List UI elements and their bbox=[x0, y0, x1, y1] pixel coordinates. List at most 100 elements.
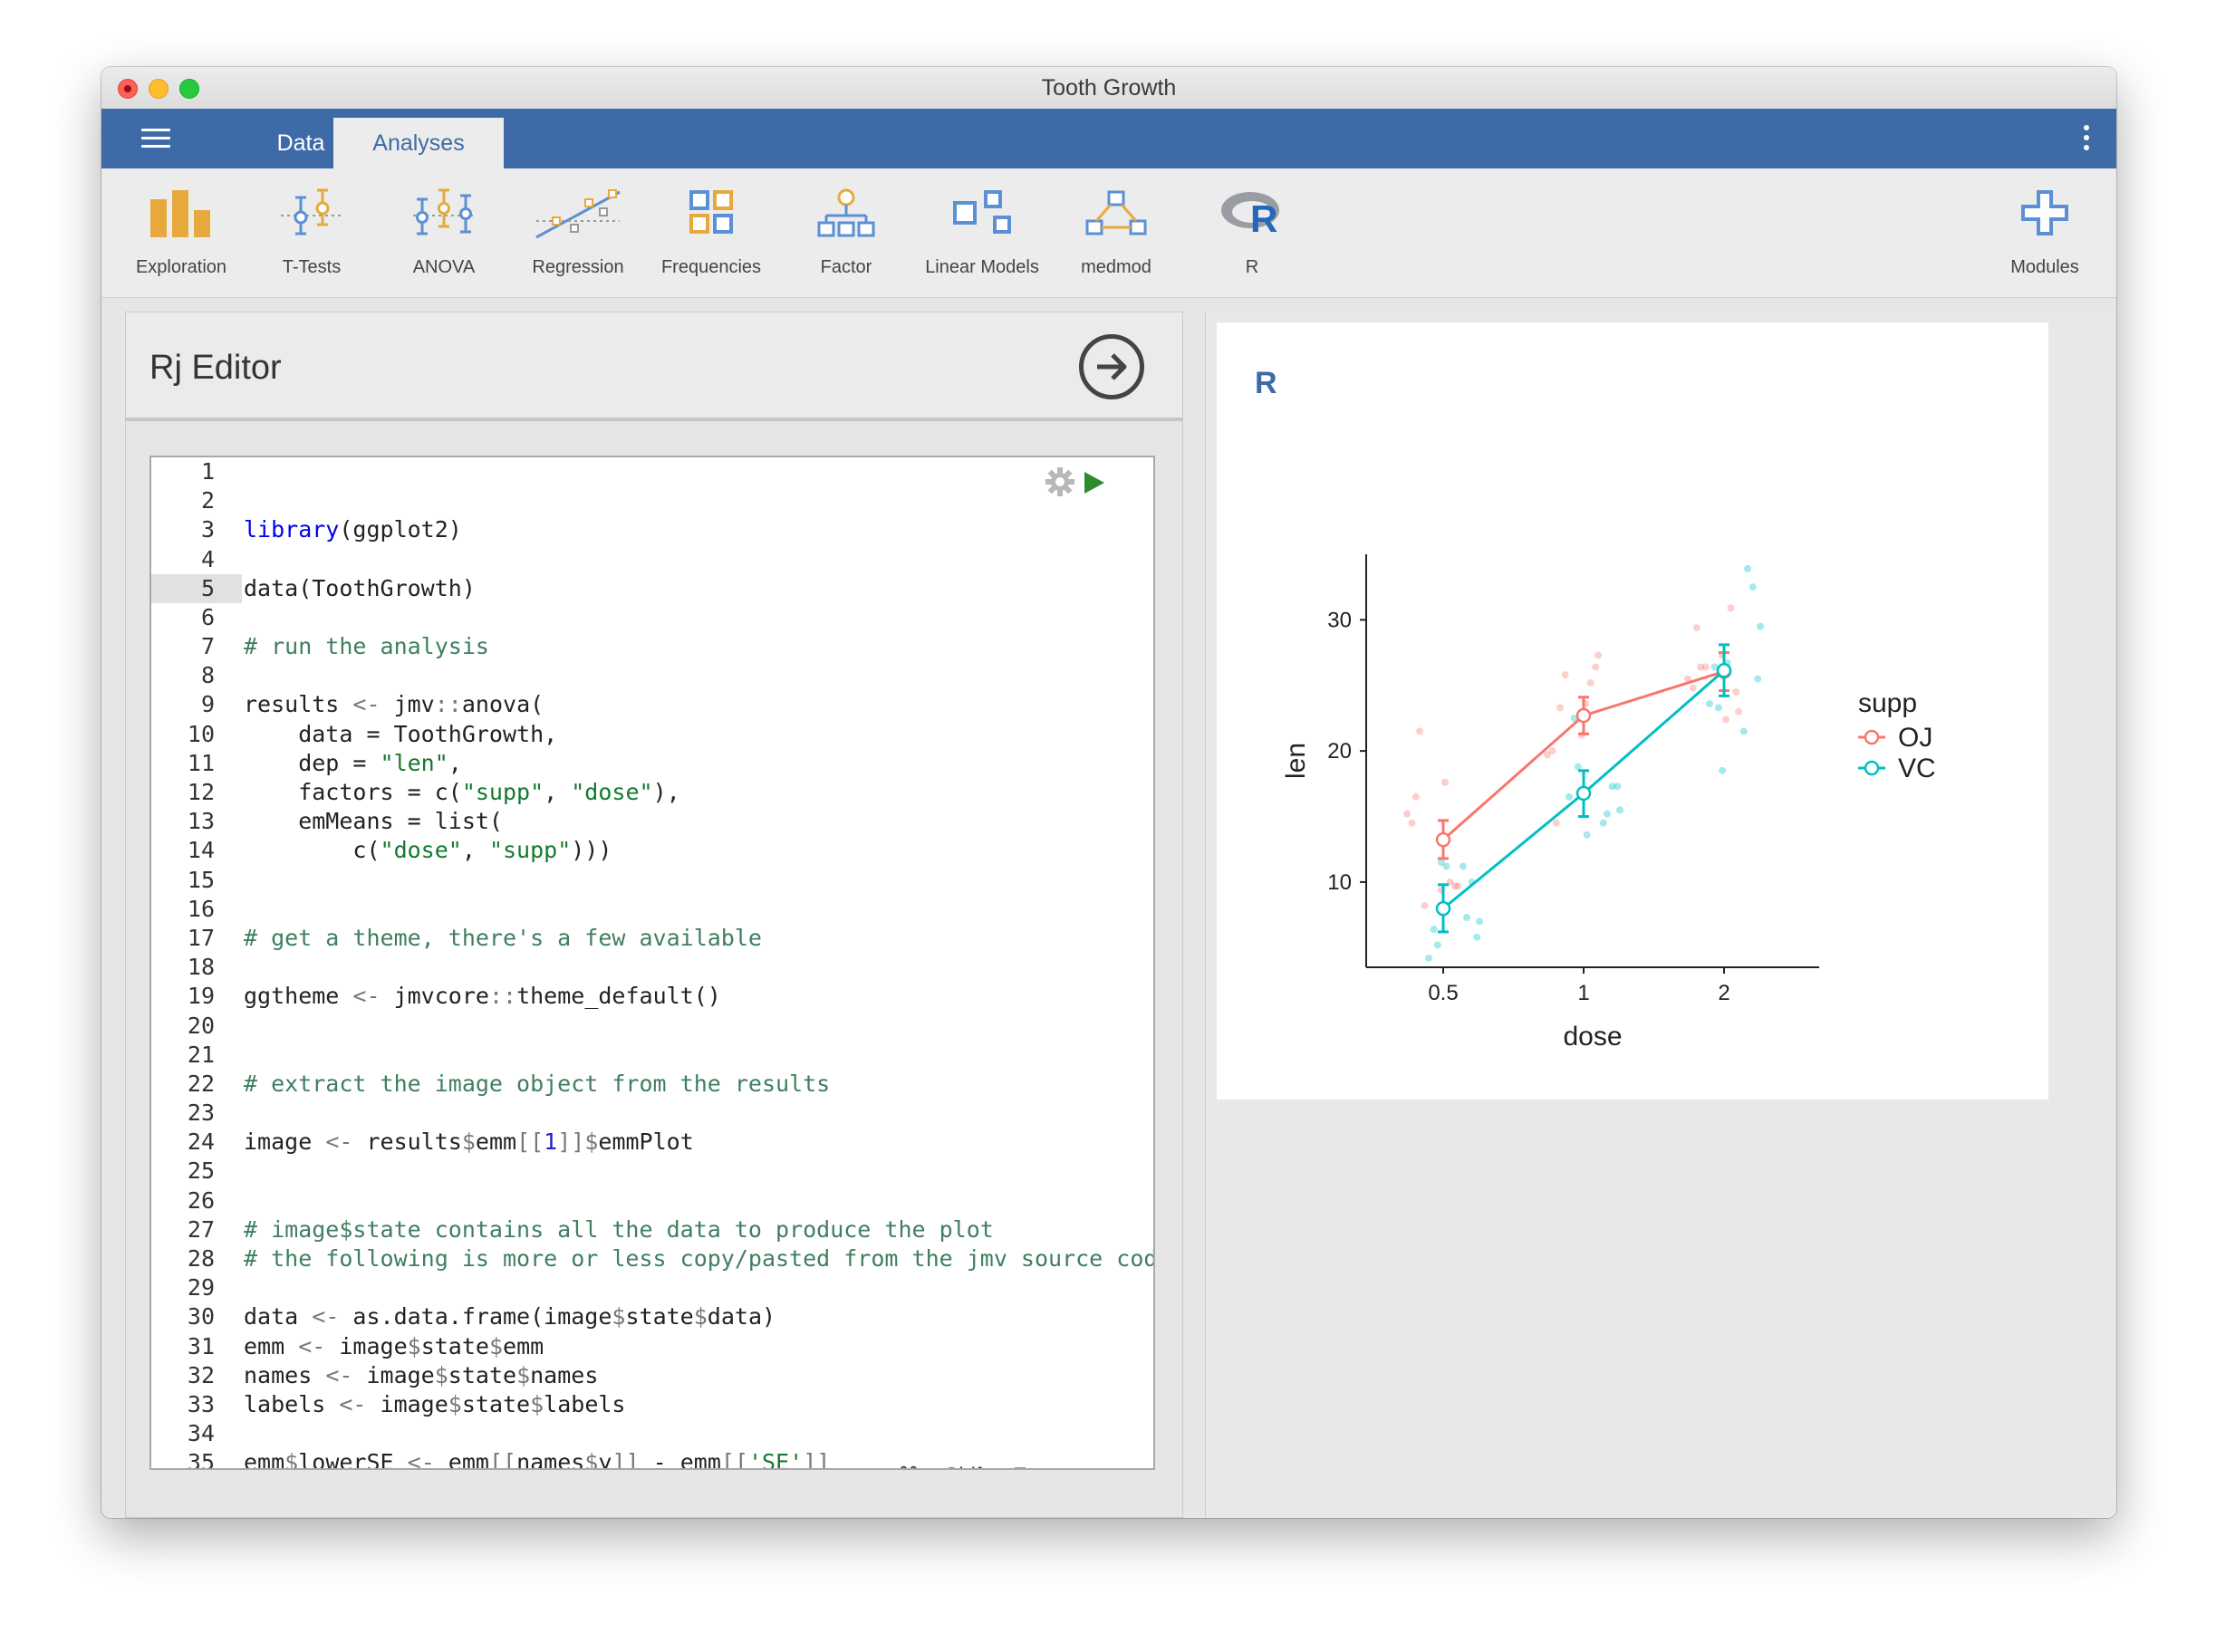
line-number: 7 bbox=[200, 633, 215, 660]
code-line[interactable]: 34 bbox=[151, 1419, 1153, 1448]
code-line[interactable]: 20 bbox=[151, 1012, 1153, 1041]
data-point bbox=[1719, 766, 1726, 774]
anova-icon bbox=[413, 188, 475, 235]
data-point bbox=[1727, 604, 1735, 612]
regression-button[interactable]: Regression bbox=[511, 168, 645, 297]
plus-icon bbox=[2021, 190, 2068, 235]
factor-button[interactable]: Factor bbox=[783, 168, 910, 297]
data-point bbox=[1442, 862, 1450, 870]
code-line[interactable]: 24 image <- results$emm[[1]]$emmPlot bbox=[151, 1128, 1153, 1157]
data-point bbox=[1425, 954, 1432, 962]
code-line[interactable]: 9 results <- jmv::anova( bbox=[151, 690, 1153, 719]
data-point bbox=[1757, 622, 1764, 630]
regression-icon bbox=[535, 189, 621, 239]
code-line[interactable]: 4 bbox=[151, 545, 1153, 574]
linear-models-icon bbox=[953, 190, 1011, 234]
factor-icon bbox=[817, 188, 875, 237]
code-line[interactable]: 10 data = ToothGrowth, bbox=[151, 720, 1153, 749]
code-line[interactable]: 17 # get a theme, there's a few available bbox=[151, 924, 1153, 953]
code-line[interactable]: 21 bbox=[151, 1041, 1153, 1070]
anova-button[interactable]: ANOVA bbox=[379, 168, 509, 297]
medmod-button[interactable]: medmod bbox=[1051, 168, 1181, 297]
linear-models-button[interactable]: Linear Models bbox=[913, 168, 1051, 297]
data-point bbox=[1608, 783, 1616, 791]
data-point bbox=[1408, 819, 1416, 827]
code-line[interactable]: 23 bbox=[151, 1099, 1153, 1128]
code-text: names <- image$state$names bbox=[244, 1361, 599, 1388]
code-line[interactable]: 30 data <- as.data.frame(image$state$data… bbox=[151, 1302, 1153, 1331]
line-number: 17 bbox=[187, 924, 215, 951]
arrow-right-icon bbox=[1097, 353, 1127, 380]
code-line[interactable]: 25 bbox=[151, 1157, 1153, 1186]
code-line[interactable]: 3 library(ggplot2) bbox=[151, 515, 1153, 544]
code-line[interactable]: 32 names <- image$state$names bbox=[151, 1361, 1153, 1390]
code-line[interactable]: 16 bbox=[151, 895, 1153, 924]
play-icon[interactable] bbox=[1081, 470, 1106, 495]
data-point bbox=[1476, 917, 1483, 926]
code-line[interactable]: 26 bbox=[151, 1186, 1153, 1215]
code-line[interactable]: 1 bbox=[151, 457, 1153, 486]
code-line[interactable]: 15 bbox=[151, 866, 1153, 895]
code-line[interactable]: 2 bbox=[151, 486, 1153, 515]
code-line[interactable]: 5 data(ToothGrowth) bbox=[151, 573, 1153, 603]
data-point bbox=[1595, 651, 1602, 659]
run-shortcut-hint: ⌘ + Shift + Enter to run bbox=[888, 1463, 1126, 1468]
modules-button[interactable]: Modules bbox=[1986, 168, 2104, 297]
data-point bbox=[1754, 675, 1762, 683]
code-line[interactable]: 8 bbox=[151, 661, 1153, 690]
frequencies-button[interactable]: Frequencies bbox=[645, 168, 777, 297]
data-point bbox=[1722, 716, 1729, 724]
code-line[interactable]: 18 bbox=[151, 953, 1153, 982]
run-analysis-button[interactable] bbox=[1079, 334, 1144, 399]
code-line[interactable]: 13 emMeans = list( bbox=[151, 807, 1153, 836]
code-line[interactable]: 11 dep = "len", bbox=[151, 749, 1153, 778]
x-tick-label: 2 bbox=[1718, 981, 1729, 1005]
code-line[interactable]: 6 bbox=[151, 603, 1153, 632]
code-line[interactable]: 22 # extract the image object from the re… bbox=[151, 1070, 1153, 1099]
code-line[interactable]: 28 # the following is more or less copy/p… bbox=[151, 1244, 1153, 1273]
line-number: 2 bbox=[200, 487, 215, 514]
data-point bbox=[1732, 688, 1740, 696]
line-number: 35 bbox=[187, 1449, 215, 1470]
code-line[interactable]: 29 bbox=[151, 1273, 1153, 1302]
exploration-label: Exploration bbox=[135, 257, 227, 277]
code-editor[interactable]: 1 2 3 library(ggplot2) 4 5 data(ToothGrowth) 6 7… bbox=[149, 456, 1155, 1470]
legend-key-marker bbox=[1864, 729, 1880, 745]
legend-key-marker bbox=[1864, 760, 1880, 776]
code-text: data(ToothGrowth) bbox=[244, 574, 476, 601]
data-point bbox=[1714, 704, 1722, 712]
code-text: data <- as.data.frame(image$state$data) bbox=[244, 1303, 776, 1330]
results-panel: R 10 20 30 0.5 1 2 dose len supp OJ VC bbox=[1205, 312, 2116, 1518]
data-point bbox=[1599, 819, 1607, 827]
tab-analyses[interactable]: Analyses bbox=[333, 118, 504, 168]
exploration-button[interactable]: Exploration bbox=[116, 168, 246, 297]
code-line[interactable]: 14 c("dose", "supp"))) bbox=[151, 836, 1153, 865]
code-line[interactable]: 33 labels <- image$state$labels bbox=[151, 1390, 1153, 1419]
line-number: 33 bbox=[187, 1390, 215, 1417]
r-label: R bbox=[1245, 257, 1259, 277]
frequencies-label: Frequencies bbox=[660, 257, 762, 277]
more-options-icon[interactable] bbox=[2082, 125, 2089, 152]
line-number: 16 bbox=[187, 895, 215, 922]
code-line[interactable]: 27 # image$state contains all the data to… bbox=[151, 1215, 1153, 1244]
code-line[interactable]: 12 factors = c("supp", "dose"), bbox=[151, 778, 1153, 807]
mean-marker bbox=[1435, 831, 1451, 848]
code-line[interactable]: 31 emm <- image$state$emm bbox=[151, 1332, 1153, 1361]
data-point bbox=[1735, 707, 1742, 716]
line-number: 26 bbox=[187, 1186, 215, 1214]
y-tick-label: 10 bbox=[1327, 870, 1352, 895]
line-number: 1 bbox=[200, 458, 215, 485]
r-logo-icon: R bbox=[1221, 192, 1279, 239]
rj-editor-panel: Rj Editor 1 2 3 library(ggplot2) 4 5 data(Toot… bbox=[125, 312, 1183, 1518]
code-text: emm$lowerSE <- emm[[names$y]] - emm[['SE… bbox=[244, 1449, 831, 1470]
hamburger-menu-icon[interactable] bbox=[141, 129, 170, 149]
data-point bbox=[1604, 810, 1611, 818]
code-line[interactable]: 7 # run the analysis bbox=[151, 632, 1153, 661]
t-tests-button[interactable]: T-Tests bbox=[246, 168, 377, 297]
gear-icon[interactable] bbox=[1045, 466, 1075, 497]
code-line[interactable]: 19 ggtheme <- jmvcore::theme_default() bbox=[151, 982, 1153, 1011]
data-point bbox=[1689, 684, 1697, 692]
legend-title: supp bbox=[1858, 688, 1917, 718]
data-point bbox=[1441, 778, 1449, 786]
r-button[interactable]: R R bbox=[1189, 168, 1315, 297]
